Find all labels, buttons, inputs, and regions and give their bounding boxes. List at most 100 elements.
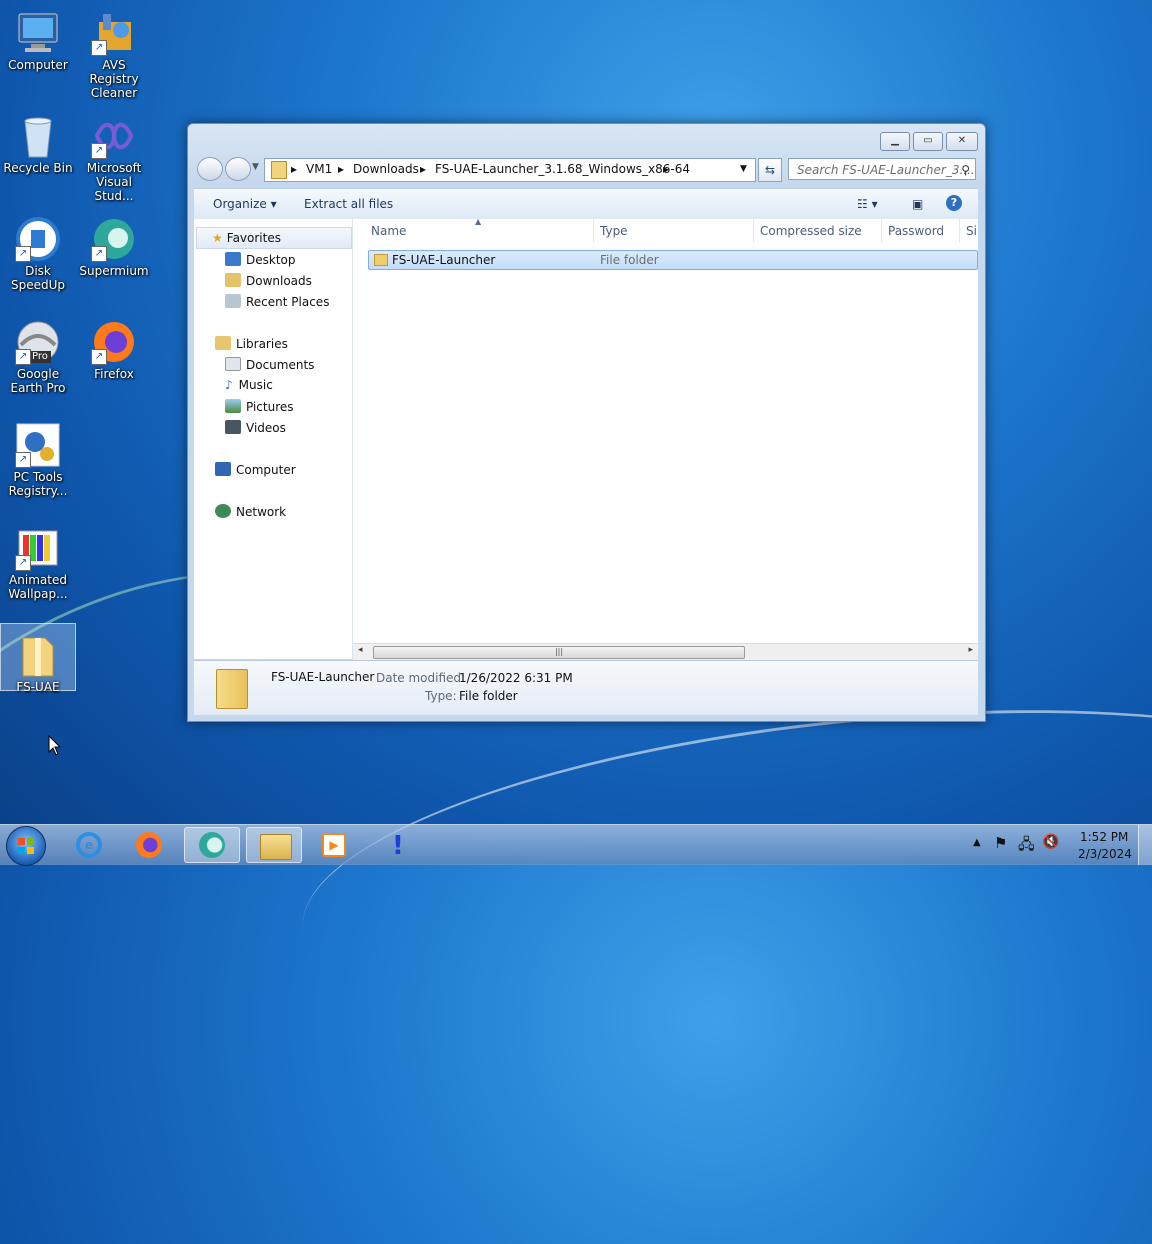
- recycle-bin-icon: [15, 113, 61, 159]
- show-hidden-icons-button[interactable]: ▲: [973, 837, 981, 848]
- zip-folder-icon: [15, 632, 61, 678]
- taskbar-windows-explorer[interactable]: [246, 827, 302, 863]
- taskbar-firefox[interactable]: [122, 827, 178, 863]
- videos-icon: [225, 420, 241, 434]
- desktop-icon-avs[interactable]: ↗ AVS Registry Cleaner: [77, 2, 151, 100]
- action-center-flag-icon[interactable]: ⚑: [994, 834, 1007, 852]
- desktop-icon-pc-tools[interactable]: ↗ PC Tools Registry...: [1, 414, 75, 498]
- desktop-icon-label: Firefox: [94, 367, 134, 381]
- windows-logo-icon: [18, 838, 34, 854]
- breadcrumb-item-vm1[interactable]: VM1: [306, 162, 332, 176]
- explorer-window[interactable]: ▁ ▭ ✕ ▼ ▸ VM1 ▸ Downloads ▸ FS-UAE-Launc…: [187, 123, 986, 722]
- desktop-icon-label: AVS Registry Cleaner: [89, 58, 139, 100]
- shortcut-arrow-icon: ↗: [15, 452, 31, 468]
- nav-libraries[interactable]: Libraries: [215, 336, 288, 351]
- column-header-compressed-size[interactable]: Compressed size: [754, 219, 882, 243]
- nav-music[interactable]: ♪ Music: [225, 378, 273, 392]
- scrollbar-thumb[interactable]: |||: [373, 646, 745, 659]
- desktop-icon-disk-speedup[interactable]: ↗ Disk SpeedUp: [1, 208, 75, 292]
- windows-explorer-icon: [260, 834, 292, 860]
- recent-pages-dropdown[interactable]: ▼: [252, 162, 259, 172]
- navigation-pane: ★ Favorites Desktop Downloads Recent Plac…: [194, 219, 353, 659]
- search-placeholder: Search FS-UAE-Launcher_3....: [797, 163, 975, 177]
- breadcrumb-item-folder[interactable]: FS-UAE-Launcher_3.1.68_Windows_x86-64: [435, 162, 690, 176]
- desktop-icon-firefox[interactable]: ↗ Firefox: [77, 311, 151, 381]
- volume-muted-icon[interactable]: 🔇: [1042, 834, 1059, 850]
- nav-documents[interactable]: Documents: [225, 357, 314, 372]
- breadcrumb-item-downloads[interactable]: Downloads: [353, 162, 419, 176]
- supermium-icon: ↗: [91, 216, 137, 262]
- column-header-size[interactable]: Si: [960, 219, 978, 243]
- shortcut-arrow-icon: ↗: [91, 349, 107, 365]
- taskbar-internet-explorer[interactable]: e: [62, 827, 118, 863]
- refresh-button[interactable]: ⇆: [758, 158, 782, 182]
- scroll-left-icon: ◂: [358, 645, 363, 655]
- horizontal-scrollbar[interactable]: ◂ ||| ▸: [353, 643, 978, 660]
- change-view-icon[interactable]: ☷ ▾: [857, 197, 878, 211]
- wallpaper-streak: [287, 663, 1152, 1080]
- column-header-password[interactable]: Password ...: [882, 219, 960, 262]
- details-date-value: 1/26/2022 6:31 PM: [459, 671, 573, 685]
- back-button[interactable]: [197, 157, 223, 181]
- taskbar: e ▶ ! ▲ ⚑ 🖧 🔇 1:52 PM 2/3/2024: [0, 824, 1152, 866]
- computer-icon: [215, 462, 231, 476]
- search-input[interactable]: Search FS-UAE-Launcher_3.... ⚲: [788, 158, 976, 180]
- firefox-icon: [136, 832, 162, 858]
- nav-recent-places[interactable]: Recent Places: [225, 294, 329, 309]
- file-list: Name ▲ Type Compressed size Password ...…: [353, 217, 978, 660]
- desktop-icon-fs-uae[interactable]: FS-UAE: [0, 623, 76, 694]
- breadcrumb-separator-icon: ▸: [663, 162, 670, 176]
- nav-label: Desktop: [246, 253, 296, 267]
- address-dropdown-button[interactable]: ▼: [740, 164, 747, 174]
- organize-button[interactable]: Organize ▾: [213, 197, 277, 211]
- details-pane: FS-UAE-Launcher Date modified: 1/26/2022…: [194, 660, 978, 715]
- nav-pictures[interactable]: Pictures: [225, 399, 294, 414]
- downloads-icon: [225, 273, 241, 287]
- minimize-button[interactable]: ▁: [880, 132, 910, 151]
- nav-downloads[interactable]: Downloads: [225, 273, 312, 288]
- show-desktop-button[interactable]: [1138, 825, 1152, 865]
- forward-button[interactable]: [225, 157, 251, 181]
- clock-date[interactable]: 2/3/2024: [1078, 847, 1132, 861]
- nav-videos[interactable]: Videos: [225, 420, 286, 435]
- address-bar[interactable]: ▸ VM1 ▸ Downloads ▸ FS-UAE-Launcher_3.1.…: [264, 158, 756, 182]
- details-type-value: File folder: [459, 689, 518, 703]
- taskbar-supermium[interactable]: [184, 827, 240, 863]
- maximize-button[interactable]: ▭: [913, 132, 943, 151]
- internet-explorer-icon: e: [76, 832, 102, 858]
- taskbar-media-player[interactable]: ▶: [306, 827, 362, 863]
- search-icon: ⚲: [961, 163, 970, 177]
- clock-time[interactable]: 1:52 PM: [1080, 830, 1128, 844]
- column-header-type[interactable]: Type: [594, 219, 754, 243]
- desktop-icon-computer[interactable]: Computer: [1, 2, 75, 72]
- nav-label: Favorites: [226, 231, 281, 245]
- nav-network[interactable]: Network: [215, 504, 286, 519]
- firefox-icon: ↗: [91, 319, 137, 365]
- desktop-icon-animated-wallpaper[interactable]: ↗ Animated Wallpap...: [1, 517, 75, 601]
- shortcut-arrow-icon: ↗: [15, 246, 31, 262]
- start-button[interactable]: [6, 826, 46, 866]
- details-type-label: Type:: [425, 689, 457, 703]
- pictures-icon: [225, 399, 241, 413]
- desktop-icon-label: Supermium: [79, 264, 149, 278]
- network-tray-icon[interactable]: 🖧: [1018, 834, 1035, 859]
- desktop-icon-label: Google Earth Pro: [10, 367, 66, 395]
- nav-label: Computer: [236, 463, 296, 477]
- desktop-icon-visual-studio[interactable]: ↗ Microsoft Visual Stud...: [77, 105, 151, 203]
- nav-label: Pictures: [246, 400, 294, 414]
- nav-desktop[interactable]: Desktop: [225, 252, 296, 267]
- help-icon[interactable]: ?: [946, 195, 962, 211]
- pc-tools-icon: ↗: [15, 422, 61, 468]
- preview-pane-icon[interactable]: ▣: [912, 197, 923, 211]
- extract-all-files-button[interactable]: Extract all files: [304, 197, 393, 211]
- shortcut-arrow-icon: ↗: [15, 555, 31, 571]
- desktop-icon-supermium[interactable]: ↗ Supermium: [77, 208, 151, 278]
- taskbar-alert-app[interactable]: !: [370, 827, 426, 863]
- desktop-icon-google-earth[interactable]: Pro ↗ Google Earth Pro: [1, 311, 75, 395]
- close-button[interactable]: ✕: [946, 132, 978, 151]
- desktop-icon-recycle-bin[interactable]: Recycle Bin: [1, 105, 75, 175]
- table-row[interactable]: FS-UAE-Launcher File folder: [368, 250, 978, 270]
- nav-favorites[interactable]: ★ Favorites: [212, 231, 281, 245]
- nav-computer[interactable]: Computer: [215, 462, 296, 477]
- organize-label: Organize: [213, 197, 267, 211]
